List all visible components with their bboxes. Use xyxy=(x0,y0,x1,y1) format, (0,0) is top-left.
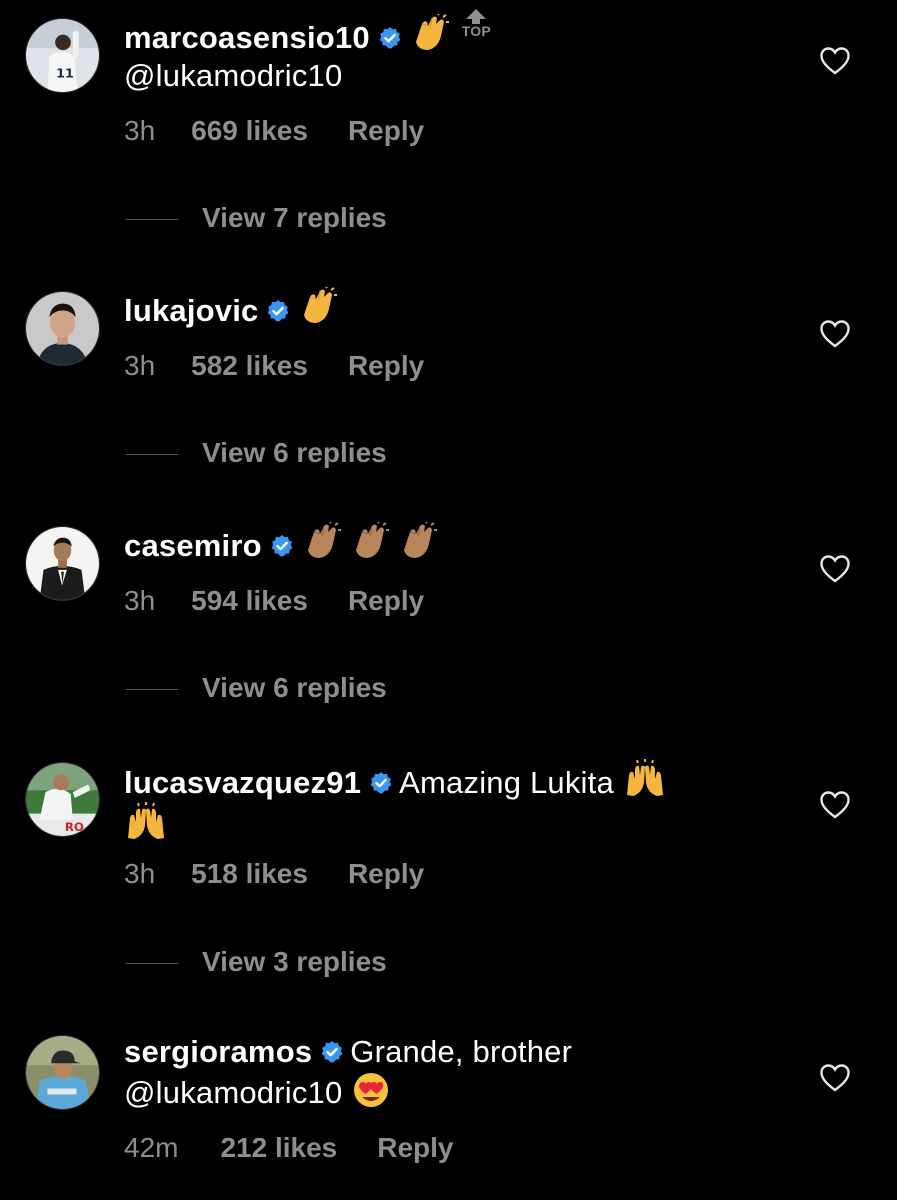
verified-badge-icon xyxy=(320,1040,344,1064)
likes-count[interactable]: 582 likes xyxy=(191,350,308,382)
avatar[interactable] xyxy=(25,526,100,601)
reply-button[interactable]: Reply xyxy=(348,585,424,617)
comment-body: marcoasensio10 TOP @lukamodric10 xyxy=(124,9,764,95)
comment-time: 42m xyxy=(124,1132,179,1163)
comment-body: sergioramos Grande, brother @lukamodric10 xyxy=(124,1033,764,1112)
svg-text:RO: RO xyxy=(65,820,84,834)
comment-time: 3h xyxy=(124,858,156,889)
view-replies-button[interactable]: View 3 replies xyxy=(126,946,387,978)
view-replies-button[interactable]: View 6 replies xyxy=(126,437,387,469)
comment-meta: 3h 518 likes Reply xyxy=(124,858,424,890)
view-replies-label: View 6 replies xyxy=(202,672,387,703)
mention-link[interactable]: @lukamodric10 xyxy=(124,58,342,93)
like-heart-icon[interactable] xyxy=(820,1064,850,1092)
clapping-hands-emoji-icon xyxy=(296,287,338,327)
verified-badge-icon xyxy=(270,534,294,558)
username[interactable]: casemiro xyxy=(124,528,262,563)
username[interactable]: sergioramos xyxy=(124,1034,312,1069)
view-replies-label: View 3 replies xyxy=(202,946,387,977)
divider-line xyxy=(126,454,178,456)
verified-badge-icon xyxy=(266,299,290,323)
comment-text: Amazing Lukita xyxy=(399,765,614,800)
likes-count[interactable]: 669 likes xyxy=(191,115,308,147)
comment-time: 3h xyxy=(124,115,156,146)
view-replies-button[interactable]: View 6 replies xyxy=(126,672,387,704)
divider-line xyxy=(126,963,178,965)
heart-eyes-emoji-icon xyxy=(351,1071,391,1109)
man-cap-avatar-icon xyxy=(26,1036,99,1109)
raising-hands-emoji-icon xyxy=(124,802,168,842)
comment-body: lukajovic xyxy=(124,287,764,330)
comment-time: 3h xyxy=(124,585,156,616)
comment-meta: 3h 594 likes Reply xyxy=(124,585,424,617)
view-replies-label: View 6 replies xyxy=(202,437,387,468)
avatar[interactable] xyxy=(25,291,100,366)
like-heart-icon[interactable] xyxy=(820,791,850,819)
clapping-hands-emoji-icon xyxy=(396,522,438,562)
reply-button[interactable]: Reply xyxy=(348,350,424,382)
username[interactable]: lukajovic xyxy=(124,293,258,328)
divider-line xyxy=(126,689,178,691)
man-portrait-avatar-icon xyxy=(26,292,99,365)
comment-time: 3h xyxy=(124,350,156,381)
reply-button[interactable]: Reply xyxy=(348,115,424,147)
comment-text: Grande, brother xyxy=(350,1034,573,1069)
divider-line xyxy=(126,219,178,221)
reply-button[interactable]: Reply xyxy=(377,1132,453,1164)
clapping-hands-emoji-icon xyxy=(300,522,342,562)
football-match-avatar-icon: RO xyxy=(26,763,99,836)
mention-link[interactable]: @lukamodric10 xyxy=(124,1075,342,1110)
view-replies-button[interactable]: View 7 replies xyxy=(126,202,387,234)
like-heart-icon[interactable] xyxy=(820,320,850,348)
player-jersey-11-avatar-icon: 11 xyxy=(26,19,99,92)
view-replies-label: View 7 replies xyxy=(202,202,387,233)
comment-meta: 3h 582 likes Reply xyxy=(124,350,424,382)
comment-meta: 3h 669 likes Reply xyxy=(124,115,424,147)
likes-count[interactable]: 212 likes xyxy=(220,1132,337,1164)
avatar[interactable] xyxy=(25,1035,100,1110)
username[interactable]: marcoasensio10 xyxy=(124,20,370,55)
comment-body: lucasvazquez91 Amazing Lukita xyxy=(124,759,764,845)
top-label: TOP xyxy=(461,23,491,39)
likes-count[interactable]: 518 likes xyxy=(191,858,308,890)
username[interactable]: lucasvazquez91 xyxy=(124,765,361,800)
arrow-up-icon xyxy=(466,9,487,24)
man-suit-avatar-icon xyxy=(26,527,99,600)
clapping-hands-emoji-icon xyxy=(348,522,390,562)
avatar[interactable]: 11 xyxy=(25,18,100,93)
raising-hands-emoji-icon xyxy=(623,759,667,799)
avatar[interactable]: RO xyxy=(25,762,100,837)
top-badge: TOP xyxy=(462,8,491,38)
verified-badge-icon xyxy=(378,26,402,50)
reply-button[interactable]: Reply xyxy=(348,858,424,890)
clapping-hands-emoji-icon xyxy=(408,14,450,54)
like-heart-icon[interactable] xyxy=(820,555,850,583)
verified-badge-icon xyxy=(369,771,393,795)
likes-count[interactable]: 594 likes xyxy=(191,585,308,617)
svg-text:11: 11 xyxy=(56,65,74,80)
like-heart-icon[interactable] xyxy=(820,47,850,75)
comment-meta: 42m 212 likes Reply xyxy=(124,1132,454,1164)
comment-body: casemiro xyxy=(124,522,764,565)
